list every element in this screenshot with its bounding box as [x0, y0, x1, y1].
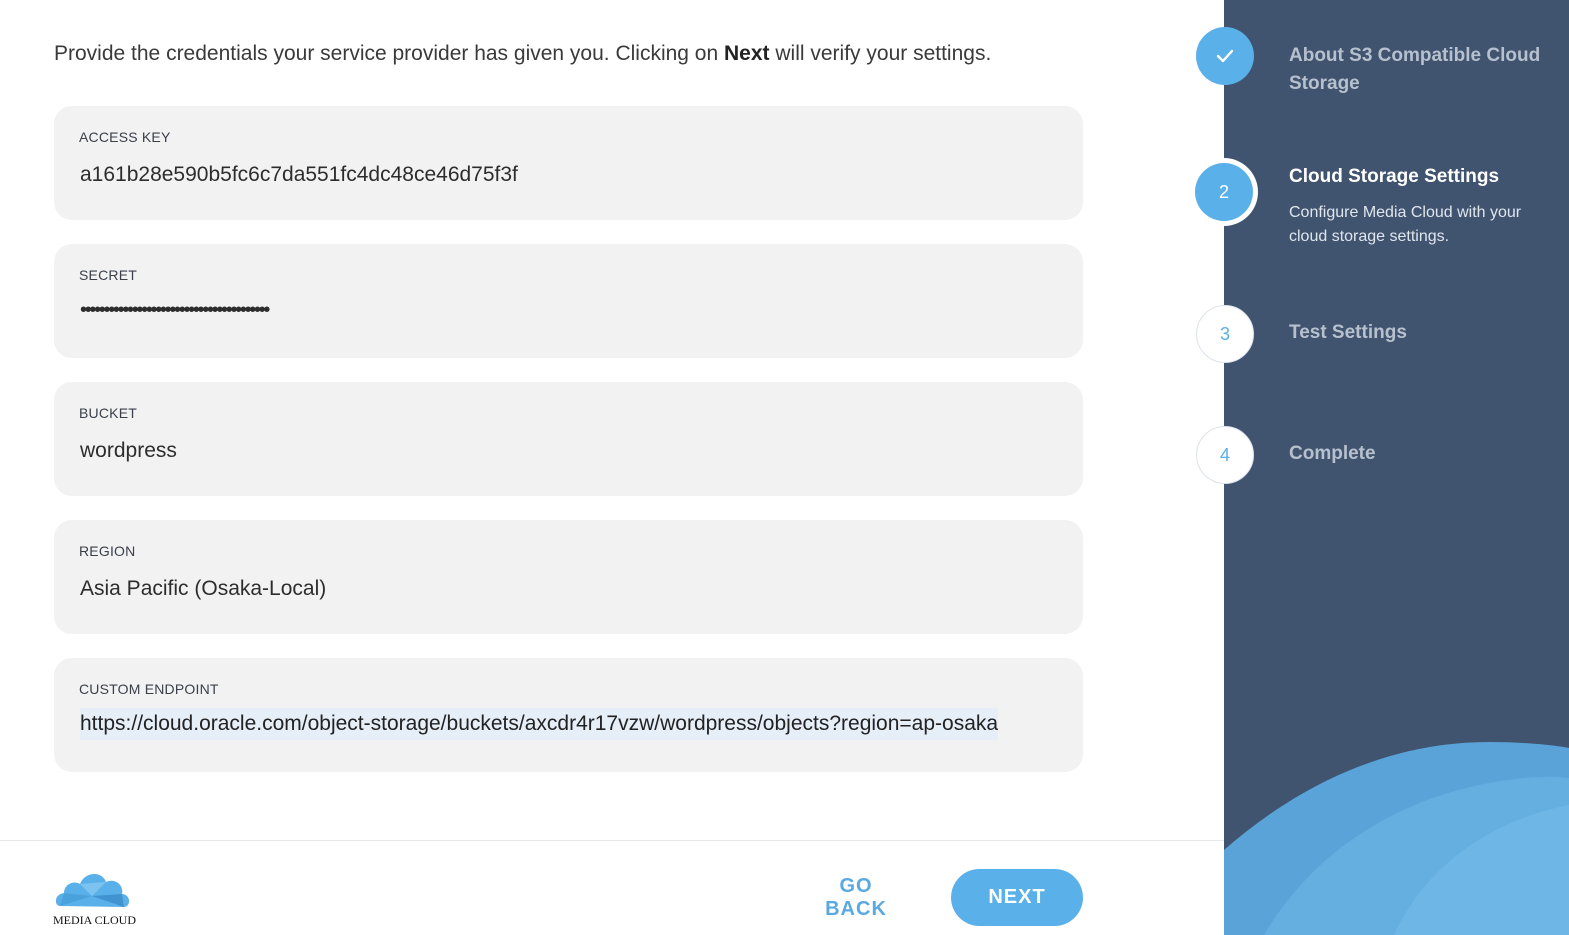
intro-suffix: will verify your settings. — [769, 42, 992, 65]
footer-divider — [0, 840, 1224, 841]
region-label: REGION — [79, 543, 136, 559]
step-2-number: 2 — [1218, 181, 1229, 202]
step-4-title: Complete — [1289, 443, 1376, 464]
intro-next-bold: Next — [724, 42, 770, 65]
region-field: REGION Asia Pacific (Osaka-Local) — [54, 520, 1083, 634]
step-2-title: Cloud Storage Settings — [1289, 166, 1500, 187]
next-button[interactable]: NEXT — [951, 869, 1083, 926]
secret-input[interactable]: •••••••••••••••••••••••••••••••••••••••• — [80, 299, 1063, 322]
step-3-title: Test Settings — [1289, 322, 1407, 343]
secret-label: SECRET — [79, 267, 137, 283]
bucket-field: BUCKET — [54, 382, 1083, 496]
bucket-label: BUCKET — [79, 405, 137, 421]
intro-text: Provide the credentials your service pro… — [54, 42, 1154, 66]
step-3-number: 3 — [1219, 323, 1230, 344]
region-select[interactable]: Asia Pacific (Osaka-Local) — [80, 577, 1063, 601]
step-4-number: 4 — [1219, 444, 1230, 465]
step-1-title: About S3 Compatible Cloud Storage — [1289, 45, 1541, 94]
step-1-check-circle — [1196, 27, 1254, 85]
custom-endpoint-field: CUSTOM ENDPOINT https://cloud.oracle.com… — [54, 658, 1083, 772]
custom-endpoint-label: CUSTOM ENDPOINT — [79, 681, 219, 697]
bucket-input[interactable] — [80, 439, 1063, 463]
access-key-input[interactable] — [80, 163, 1063, 187]
step-2-circle: 2 — [1195, 163, 1253, 221]
access-key-field: ACCESS KEY — [54, 106, 1083, 220]
step-2-description: Configure Media Cloud with your cloud st… — [1289, 204, 1522, 245]
main-panel: Provide the credentials your service pro… — [0, 0, 1224, 935]
logo-text: MEDIA CLOUD — [53, 913, 136, 927]
secret-field: SECRET •••••••••••••••••••••••••••••••••… — [54, 244, 1083, 358]
step-4-circle: 4 — [1196, 426, 1254, 484]
step-3-circle: 3 — [1196, 305, 1254, 363]
check-icon — [1216, 49, 1234, 63]
access-key-label: ACCESS KEY — [79, 129, 171, 145]
intro-prefix: Provide the credentials your service pro… — [54, 42, 725, 65]
go-back-button[interactable]: GO BACK — [800, 872, 912, 924]
custom-endpoint-input[interactable]: https://cloud.oracle.com/object-storage/… — [80, 708, 999, 740]
